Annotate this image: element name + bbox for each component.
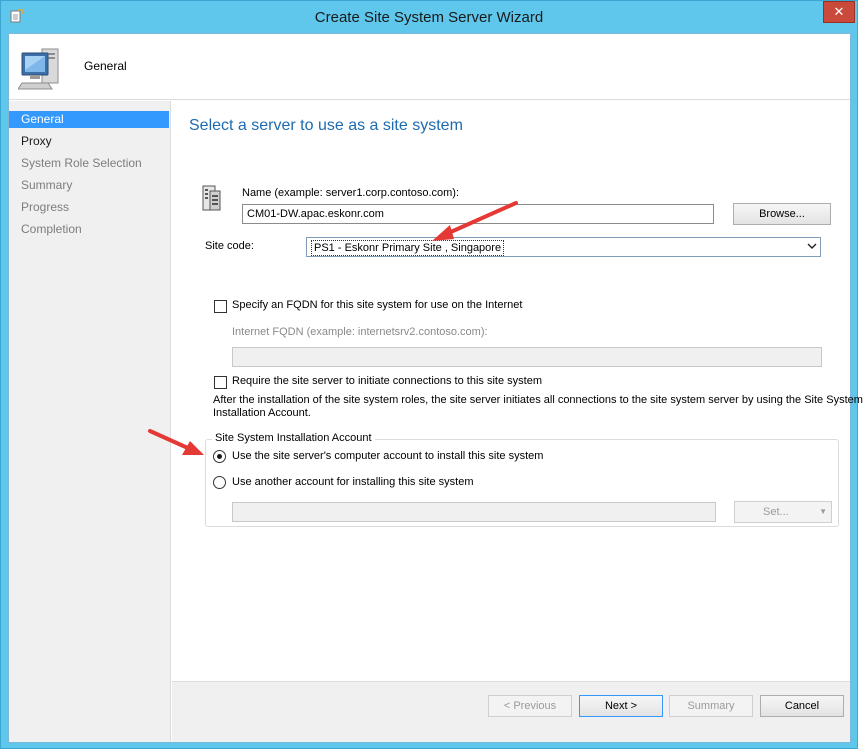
require-note-line1: After the installation of the site syste… [213, 394, 863, 406]
next-button[interactable]: Next > [579, 695, 663, 717]
require-note-line2: Installation Account. [213, 407, 311, 419]
wizard-window: Create Site System Server Wizard ✕ Gener… [0, 0, 863, 749]
name-label: Name (example: server1.corp.contoso.com)… [242, 187, 460, 199]
browse-button[interactable]: Browse... [733, 203, 831, 225]
site-code-select[interactable]: PS1 - Eskonr Primary Site , Singapore [306, 237, 821, 257]
name-input[interactable]: CM01-DW.apac.eskonr.com [242, 204, 714, 224]
nav-item-progress[interactable]: Progress [9, 199, 169, 216]
chevron-down-icon [804, 238, 820, 256]
cancel-button[interactable]: Cancel [760, 695, 844, 717]
page-title: Select a server to use as a site system [189, 117, 463, 134]
wizard-client-area: General General Proxy System Role Select… [8, 33, 863, 743]
nav-item-system-role-selection[interactable]: System Role Selection [9, 155, 169, 172]
installation-account-group-title: Site System Installation Account [212, 432, 375, 444]
computer-icon [18, 48, 59, 90]
radio-another-account-label: Use another account for installing this … [232, 476, 474, 488]
site-code-label: Site code: [205, 240, 254, 252]
wizard-content: Select a server to use as a site system … [148, 101, 863, 681]
fqdn-checkbox-label: Specify an FQDN for this site system for… [232, 299, 523, 311]
wizard-header: General [9, 34, 850, 100]
wizard-nav: General Proxy System Role Selection Summ… [9, 101, 171, 742]
internet-fqdn-label: Internet FQDN (example: internetsrv2.con… [232, 326, 488, 338]
wizard-footer: < Previous Next > Summary Cancel [172, 681, 850, 742]
previous-button[interactable]: < Previous [488, 695, 572, 717]
set-button-label: Set... [763, 506, 789, 518]
summary-button[interactable]: Summary [669, 695, 753, 717]
require-initiate-checkbox[interactable] [214, 376, 227, 389]
nav-item-completion[interactable]: Completion [9, 221, 169, 238]
internet-fqdn-input[interactable] [232, 347, 822, 367]
nav-item-general[interactable]: General [9, 111, 169, 128]
window-title: Create Site System Server Wizard [314, 9, 544, 26]
set-button[interactable]: Set... ▼ [734, 501, 832, 523]
server-icon [202, 185, 221, 211]
radio-another-account[interactable] [213, 476, 226, 489]
radio-computer-account-label: Use the site server's computer account t… [232, 450, 544, 462]
radio-computer-account[interactable] [213, 450, 226, 463]
require-initiate-label: Require the site server to initiate conn… [232, 375, 542, 387]
account-input[interactable] [232, 502, 716, 522]
close-button[interactable]: ✕ [823, 1, 855, 23]
set-dropdown-icon: ▼ [819, 507, 827, 516]
header-title: General [84, 59, 127, 73]
close-icon: ✕ [833, 4, 845, 19]
fqdn-checkbox[interactable] [214, 300, 227, 313]
title-bar[interactable]: Create Site System Server Wizard ✕ [1, 1, 857, 33]
site-code-value: PS1 - Eskonr Primary Site , Singapore [311, 240, 505, 256]
nav-item-proxy[interactable]: Proxy [9, 133, 169, 150]
nav-item-summary[interactable]: Summary [9, 177, 169, 194]
